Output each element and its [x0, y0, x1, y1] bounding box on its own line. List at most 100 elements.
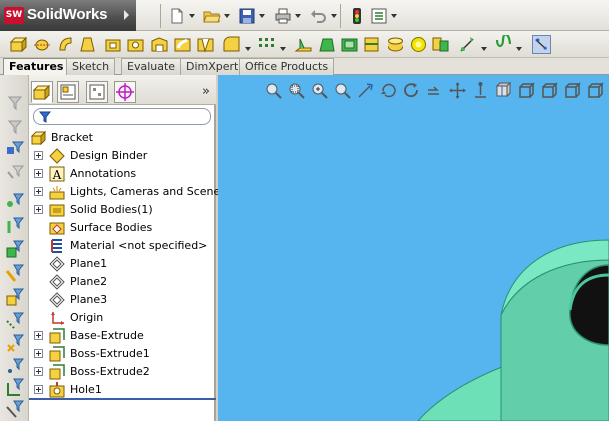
options-button[interactable]: [370, 6, 397, 26]
dome-icon[interactable]: [386, 35, 405, 54]
filter-solid-bodies-icon[interactable]: [5, 239, 25, 259]
rebuild-button[interactable]: [348, 6, 366, 26]
graphics-viewport[interactable]: [218, 75, 609, 421]
filter-toggle-icon[interactable]: [5, 93, 25, 113]
tree-item-boss-extrude1[interactable]: Boss-Extrude1: [29, 345, 216, 363]
expand-icon[interactable]: [34, 349, 43, 358]
lofted-boss-icon[interactable]: [78, 35, 97, 54]
hole-wizard-icon[interactable]: [126, 35, 145, 54]
dropdown-arrow-icon: [481, 47, 487, 51]
tab-office-products[interactable]: Office Products: [239, 58, 335, 75]
fillet-icon[interactable]: [222, 35, 241, 54]
intersect-icon[interactable]: [431, 35, 450, 54]
tree-item-plane3[interactable]: Plane3: [29, 291, 216, 309]
expand-icon[interactable]: [34, 169, 43, 178]
app-name: SolidWorks: [27, 6, 108, 23]
tree-item-plane2[interactable]: Plane2: [29, 273, 216, 291]
tree-item-annotations[interactable]: A Annotations: [29, 165, 216, 183]
expand-icon[interactable]: [34, 367, 43, 376]
linear-pattern-icon[interactable]: [257, 35, 276, 54]
dropdown-arrow-icon: [295, 14, 301, 18]
tab-features[interactable]: Features: [3, 58, 70, 76]
tab-appearance[interactable]: [114, 81, 136, 103]
filter-faces-icon[interactable]: [5, 191, 25, 211]
revolved-boss-icon[interactable]: [32, 35, 51, 54]
wrap-icon[interactable]: [362, 35, 381, 54]
filter-planes-icon[interactable]: [5, 287, 25, 307]
tree-item-origin[interactable]: Origin: [29, 309, 216, 327]
dropdown-arrow-icon: [224, 14, 230, 18]
filter-midpoints-icon[interactable]: [5, 357, 25, 377]
undo-button[interactable]: [310, 6, 337, 26]
extruded-cut-icon[interactable]: [104, 35, 123, 54]
expand-icon[interactable]: [34, 205, 43, 214]
instant3d-icon[interactable]: [532, 35, 551, 54]
dropdown-arrow-icon: [391, 14, 397, 18]
tree-item-base-extrude[interactable]: Base-Extrude: [29, 327, 216, 345]
tree-item-material[interactable]: Material <not specified>: [29, 237, 216, 255]
extruded-boss-icon[interactable]: [8, 35, 27, 54]
fillet-dropdown[interactable]: [242, 39, 251, 59]
tree-item-label: Material <not specified>: [70, 239, 208, 252]
rollback-bar[interactable]: [29, 398, 216, 400]
reference-geometry-icon[interactable]: [409, 35, 428, 54]
swept-cut-icon[interactable]: [173, 35, 192, 54]
filter-clear-icon[interactable]: [5, 117, 25, 137]
filter-dimensions-icon[interactable]: [5, 377, 25, 397]
save-button[interactable]: [238, 6, 265, 26]
panel-tabs: »: [29, 75, 216, 105]
solidworks-logo-icon: SW: [4, 7, 24, 24]
solidworks-menu-button[interactable]: SW SolidWorks: [0, 0, 136, 31]
tree-item-solid-bodies[interactable]: Solid Bodies(1): [29, 201, 216, 219]
tree-item-hole1[interactable]: Hole1: [29, 381, 216, 399]
lofted-cut-icon[interactable]: [196, 35, 215, 54]
rib-icon[interactable]: [294, 35, 313, 54]
tree-item-design-binder[interactable]: Design Binder: [29, 147, 216, 165]
curves-dropdown[interactable]: [478, 39, 487, 59]
filter-sketch-points-icon[interactable]: [5, 333, 25, 353]
title-bar: SW SolidWorks: [0, 0, 609, 31]
filter-surface-bodies-icon[interactable]: [5, 215, 25, 235]
tab-configuration-manager[interactable]: [86, 81, 108, 103]
curves-icon[interactable]: [458, 35, 477, 54]
draft-icon[interactable]: [317, 35, 336, 54]
tree-item-plane1[interactable]: Plane1: [29, 255, 216, 273]
3d-model-bracket[interactable]: [218, 75, 609, 421]
swept-boss-icon[interactable]: [56, 35, 75, 54]
extrude-icon: [49, 346, 65, 362]
tab-property-manager[interactable]: [57, 81, 79, 103]
revolved-cut-icon[interactable]: [150, 35, 169, 54]
filter-vertices-icon[interactable]: [5, 139, 25, 159]
tab-dimxpert[interactable]: DimXpert: [180, 58, 245, 75]
expand-panel-button[interactable]: »: [202, 84, 210, 99]
filter-sketch-segments-icon[interactable]: [5, 311, 25, 331]
annotations-icon: A: [49, 166, 65, 182]
extrude-icon: [49, 364, 65, 380]
expand-icon[interactable]: [34, 187, 43, 196]
divider: [340, 4, 341, 28]
tree-root-bracket[interactable]: Bracket: [29, 129, 216, 147]
expand-icon[interactable]: [34, 331, 43, 340]
new-document-button[interactable]: [168, 6, 195, 26]
helix-icon[interactable]: [494, 35, 513, 54]
feature-tree-filter[interactable]: [33, 108, 211, 125]
tab-sketch[interactable]: Sketch: [66, 58, 116, 75]
pattern-dropdown[interactable]: [277, 39, 286, 59]
tree-item-boss-extrude2[interactable]: Boss-Extrude2: [29, 363, 216, 381]
dropdown-arrow-icon: [280, 47, 286, 51]
expand-icon[interactable]: [34, 151, 43, 160]
open-button[interactable]: [203, 6, 230, 26]
solid-bodies-icon: [49, 204, 65, 217]
tree-item-label: Plane2: [70, 275, 108, 288]
tab-evaluate[interactable]: Evaluate: [121, 58, 182, 75]
filter-axes-icon[interactable]: [5, 263, 25, 283]
filter-edges-icon[interactable]: [5, 163, 25, 183]
helix-dropdown[interactable]: [513, 39, 522, 59]
filter-annotations-icon[interactable]: [5, 399, 25, 419]
expand-icon[interactable]: [34, 385, 43, 394]
tree-item-surface-bodies[interactable]: Surface Bodies: [29, 219, 216, 237]
print-button[interactable]: [274, 6, 301, 26]
shell-icon[interactable]: [340, 35, 359, 54]
tree-item-lights-cameras-scene[interactable]: Lights, Cameras and Scene: [29, 183, 220, 201]
tab-feature-manager[interactable]: [31, 81, 53, 103]
